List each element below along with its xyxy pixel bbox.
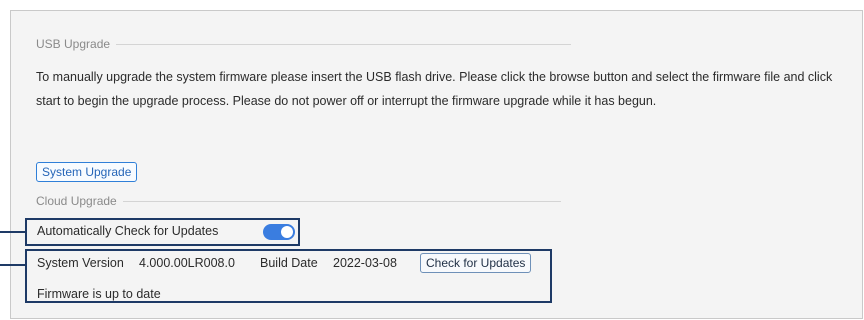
auto-check-callout-box <box>25 218 300 246</box>
version-info-callout-box <box>25 249 552 303</box>
usb-upgrade-header: USB Upgrade <box>36 37 572 51</box>
section-divider <box>122 200 561 202</box>
auto-check-callout-line <box>0 231 26 233</box>
section-divider <box>116 43 572 45</box>
cloud-upgrade-title: Cloud Upgrade <box>36 194 117 208</box>
version-info-callout-line <box>0 264 26 266</box>
usb-upgrade-title: USB Upgrade <box>36 37 111 51</box>
usb-upgrade-description: To manually upgrade the system firmware … <box>36 70 833 108</box>
system-upgrade-button[interactable]: System Upgrade <box>36 162 138 182</box>
cloud-upgrade-header: Cloud Upgrade <box>36 194 561 208</box>
